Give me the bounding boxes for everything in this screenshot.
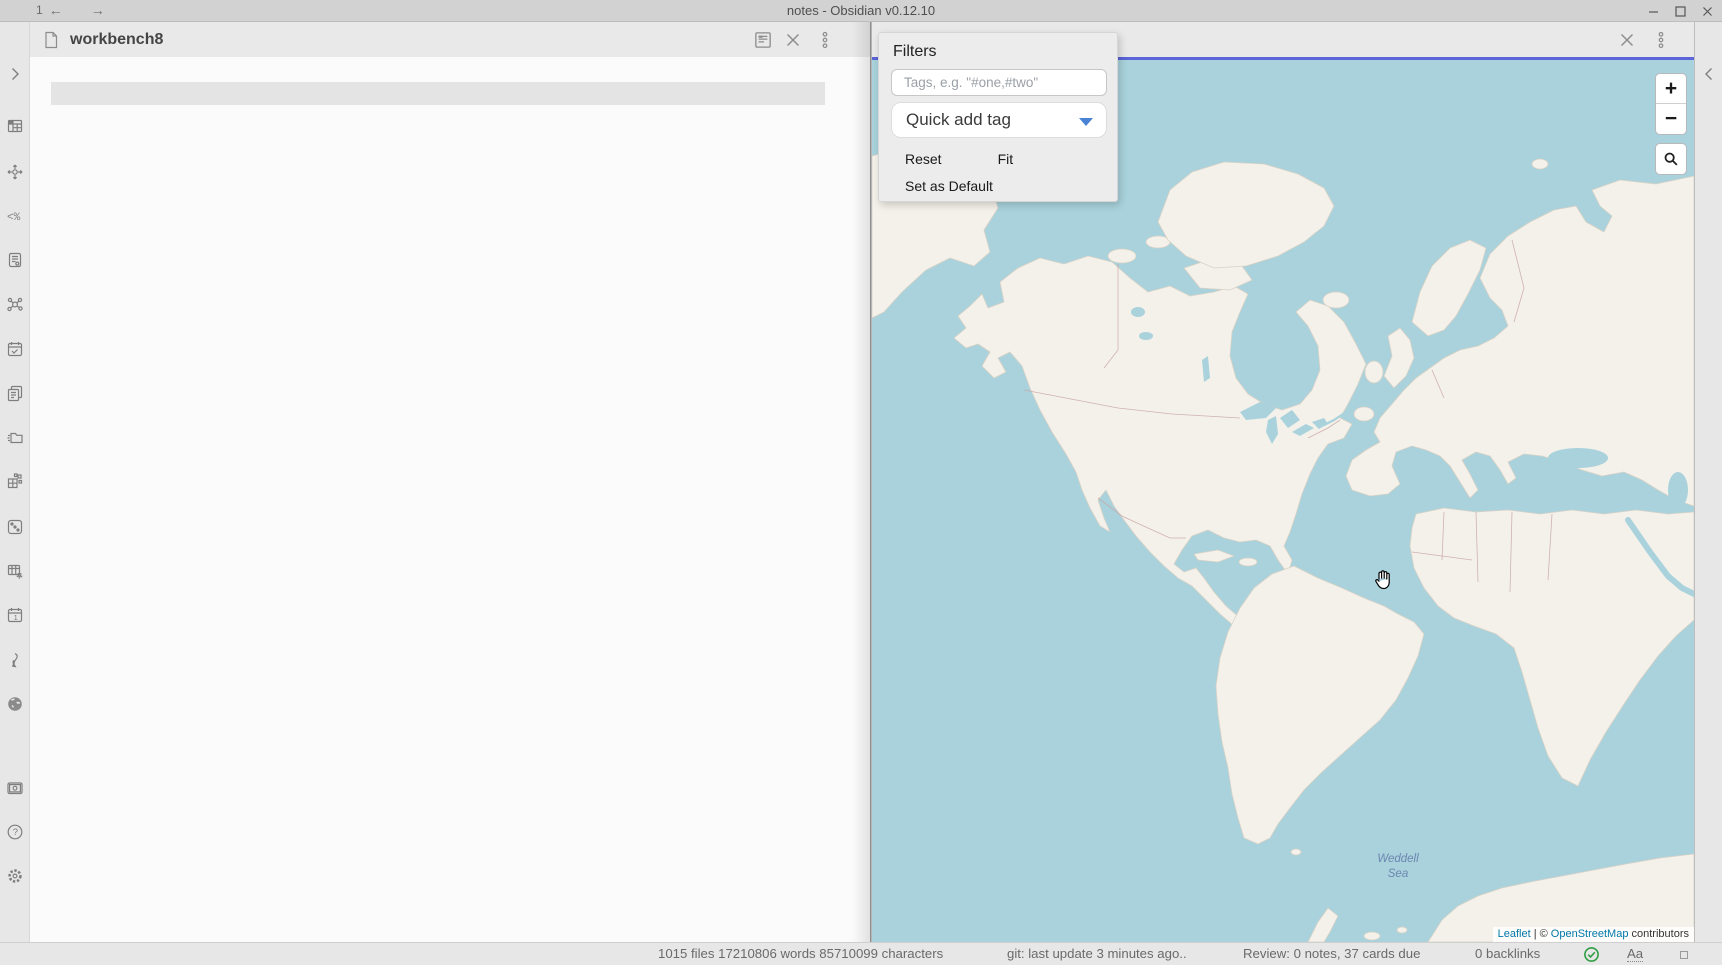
search-icon [1662, 150, 1680, 168]
font-toggle[interactable]: Aa [1627, 946, 1643, 962]
screenshot-icon[interactable] [5, 778, 25, 798]
svg-text:<%: <% [7, 212, 21, 224]
map-more-options-icon[interactable] [1650, 29, 1672, 51]
database-gear-icon[interactable] [5, 561, 25, 581]
maximize-icon[interactable] [1674, 5, 1687, 18]
quick-add-tag-dropdown[interactable]: Quick add tag [891, 102, 1107, 138]
fit-button[interactable]: Fit [998, 151, 1014, 167]
statusbar: 1015 files 17210806 words 85710099 chara… [0, 942, 1722, 965]
empty-note-block[interactable] [51, 82, 825, 105]
more-options-icon[interactable] [814, 29, 836, 51]
leaflet-link[interactable]: Leaflet [1498, 928, 1531, 940]
minimize-icon[interactable] [1647, 5, 1660, 18]
templater-icon[interactable]: <% [5, 206, 25, 226]
backlinks-count[interactable]: 0 backlinks [1475, 946, 1540, 961]
workbench-pane-header: workbench8 [30, 22, 870, 57]
map-search-button[interactable] [1655, 143, 1687, 175]
folder-stack-icon[interactable] [5, 427, 25, 447]
window-title: notes - Obsidian v0.12.10 [0, 3, 1722, 18]
titlebar: 1 ← → notes - Obsidian v0.12.10 [0, 0, 1722, 22]
daily-note-icon[interactable]: 1 [5, 605, 25, 625]
svg-text:?: ? [13, 827, 18, 838]
globe-icon[interactable] [5, 694, 25, 714]
chevron-left-icon[interactable] [1699, 64, 1719, 84]
left-ribbon: <% 1 ? [0, 22, 30, 942]
dice-icon[interactable] [5, 517, 25, 537]
status-square-icon[interactable] [1680, 951, 1688, 959]
workbench-pane: workbench8 [30, 22, 870, 942]
set-as-default-button[interactable]: Set as Default [905, 178, 993, 194]
right-ribbon [1694, 22, 1722, 942]
osm-link[interactable]: OpenStreetMap [1551, 928, 1629, 940]
calendar-check-icon[interactable] [5, 339, 25, 359]
chevron-down-icon [1079, 118, 1093, 126]
sea-label-weddell: Weddell Sea [1358, 852, 1438, 882]
hand-cursor [1372, 568, 1396, 592]
zoom-out-button[interactable]: − [1656, 104, 1686, 134]
svg-text:1: 1 [14, 613, 18, 622]
reading-mode-icon[interactable] [752, 29, 774, 51]
settings-gear-icon[interactable] [5, 866, 25, 886]
map-zoom-control: + − [1655, 73, 1687, 135]
pane-title: workbench8 [70, 31, 163, 49]
graph-icon[interactable] [5, 294, 25, 314]
close-window-icon[interactable] [1701, 5, 1714, 18]
close-pane-icon[interactable] [782, 29, 804, 51]
grid-scatter-icon[interactable] [5, 471, 25, 491]
pen-icon[interactable] [5, 650, 25, 670]
copy-files-icon[interactable] [5, 383, 25, 403]
move-arrows-icon[interactable] [5, 162, 25, 182]
help-icon[interactable]: ? [5, 822, 25, 842]
zoom-in-button[interactable]: + [1656, 74, 1686, 104]
file-icon [42, 30, 60, 50]
map-filters-panel: Filters Quick add tag Reset Fit Set as D… [878, 32, 1118, 202]
tags-filter-input[interactable] [891, 69, 1107, 96]
quick-add-tag-label: Quick add tag [906, 110, 1011, 130]
git-status[interactable]: git: last update 3 minutes ago.. [1007, 946, 1187, 961]
file-stats: 1015 files 17210806 words 85710099 chara… [658, 946, 943, 961]
chevron-right-icon[interactable] [5, 64, 25, 84]
sync-check-icon[interactable] [1583, 946, 1600, 963]
close-map-pane-icon[interactable] [1616, 29, 1638, 51]
filters-title: Filters [893, 43, 1105, 61]
review-status[interactable]: Review: 0 notes, 37 cards due [1243, 946, 1420, 961]
reset-button[interactable]: Reset [905, 151, 942, 167]
workspace: <% 1 ? workbench8 [0, 22, 1722, 942]
table-icon[interactable] [5, 116, 25, 136]
map-attribution: Leaflet | © OpenStreetMap contributors [1493, 927, 1694, 942]
obsidian-window: 1 ← → notes - Obsidian v0.12.10 <% 1 [0, 0, 1722, 965]
journal-icon[interactable] [5, 250, 25, 270]
map-pane: Weddell Sea + − Leaflet | © OpenStreetMa… [872, 22, 1694, 942]
